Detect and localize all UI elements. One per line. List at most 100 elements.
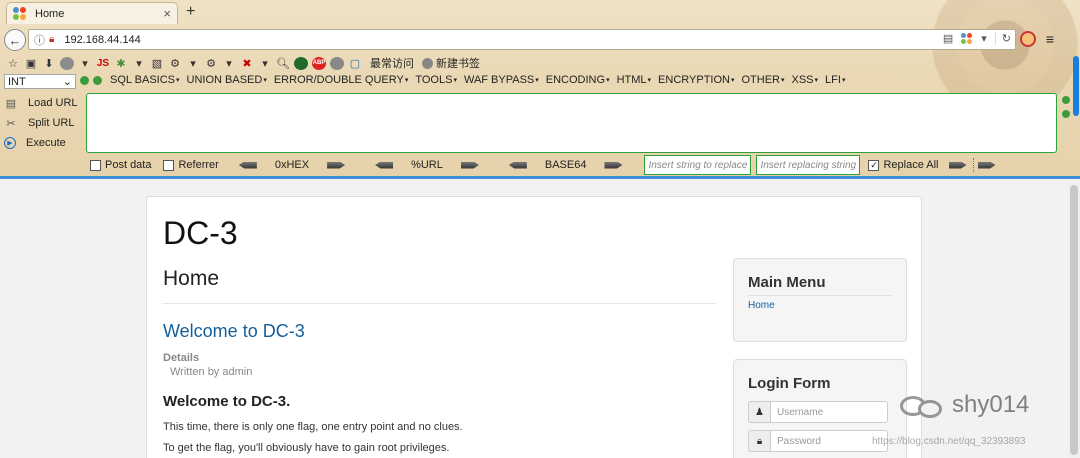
- hackbar-commands: ▤ Load URL ✂ Split URL ▶ Execute: [4, 93, 84, 153]
- plus-icon[interactable]: [93, 76, 102, 85]
- decode-arrow-icon[interactable]: [508, 161, 527, 169]
- split-url-button[interactable]: ✂ Split URL: [4, 113, 84, 133]
- shield-icon[interactable]: [294, 56, 308, 70]
- username-field: ♟ Username: [748, 401, 888, 423]
- article-paragraph: To get the flag, you'll obviously have t…: [163, 442, 450, 454]
- magnifier-icon[interactable]: 🔍︎: [276, 56, 290, 70]
- password-input[interactable]: Password: [770, 430, 888, 452]
- menu-icon[interactable]: ≡: [1042, 31, 1058, 47]
- article-title-link[interactable]: Welcome to DC-3: [163, 321, 305, 342]
- globe-icon[interactable]: [330, 56, 344, 70]
- dropdown-arrow-icon[interactable]: ▾: [186, 56, 200, 70]
- url-bar-actions: ▤ ▾ ↻: [943, 32, 1011, 45]
- menu-xss[interactable]: XSS: [792, 74, 819, 86]
- content-card: DC-3 Home Welcome to DC-3 Details Writte…: [146, 196, 922, 458]
- check-icon: ✓: [868, 159, 880, 171]
- module-title: Login Form: [748, 375, 831, 392]
- tab-title: Home: [35, 7, 65, 20]
- replace-with-input[interactable]: Insert replacing string: [756, 155, 861, 175]
- watermark-source: https://blog.csdn.net/qq_32393893: [872, 436, 1026, 447]
- type-select[interactable]: INT ⌄: [4, 74, 76, 89]
- menu-union-based[interactable]: UNION BASED: [187, 74, 267, 86]
- menu-encoding[interactable]: ENCODING: [546, 74, 610, 86]
- user-icon: ♟: [748, 401, 770, 423]
- replace-all-checkbox[interactable]: ✓ Replace All: [868, 159, 939, 171]
- css-addon-icon[interactable]: ✱: [114, 56, 128, 70]
- play-icon: ▶: [4, 137, 16, 149]
- dropdown-arrow-icon[interactable]: ▾: [78, 56, 92, 70]
- image-icon[interactable]: ▧: [150, 56, 164, 70]
- minus-icon[interactable]: [1062, 96, 1070, 104]
- toolbar-right-icons: ≡: [1020, 31, 1058, 47]
- dropdown-arrow-icon[interactable]: ▾: [132, 56, 146, 70]
- back-arrow-icon: ←: [8, 32, 22, 48]
- author-info: Written by admin: [170, 366, 253, 378]
- menu-lfi[interactable]: LFI: [825, 74, 845, 86]
- decode-arrow-icon[interactable]: [375, 161, 394, 169]
- load-url-button[interactable]: ▤ Load URL: [4, 93, 84, 113]
- plus-icon[interactable]: [1062, 110, 1070, 118]
- username-input[interactable]: Username: [770, 401, 888, 423]
- scrollbar-thumb[interactable]: [1070, 185, 1078, 455]
- menu-error-double-query[interactable]: ERROR/DOUBLE QUERY: [274, 74, 409, 86]
- menu-html[interactable]: HTML: [617, 74, 651, 86]
- minus-icon[interactable]: [80, 76, 89, 85]
- info-icon[interactable]: ⓘ: [34, 32, 45, 48]
- url-text[interactable]: 192.168.44.144: [64, 34, 140, 46]
- decode-arrow-icon[interactable]: [238, 161, 257, 169]
- site-title[interactable]: DC-3: [163, 215, 238, 252]
- details-label: Details: [163, 352, 200, 364]
- menu-encryption[interactable]: ENCRYPTION: [658, 74, 734, 86]
- download-icon[interactable]: ⬇: [42, 56, 56, 70]
- tab-home[interactable]: Home ×: [6, 2, 178, 24]
- page-action-icon[interactable]: ▤: [943, 32, 953, 45]
- encode-arrow-icon[interactable]: [604, 161, 623, 169]
- insecure-lock-icon[interactable]: 🔒︎: [49, 34, 54, 45]
- star-icon[interactable]: ☆: [6, 56, 20, 70]
- sidebar-scrollbar[interactable]: [1072, 30, 1080, 178]
- joomla-favicon-icon: [961, 32, 973, 45]
- menu-tools[interactable]: TOOLS: [415, 74, 457, 86]
- page-icon[interactable]: ▢: [348, 56, 362, 70]
- adblock-icon[interactable]: ABP: [312, 56, 326, 70]
- replace-arrow-icon[interactable]: [948, 161, 967, 169]
- menu-other[interactable]: OTHER: [741, 74, 784, 86]
- reload-icon[interactable]: ↻: [994, 32, 1011, 45]
- bookmark-new[interactable]: 新建书签: [422, 55, 480, 71]
- article-paragraph: This time, there is only one flag, one e…: [163, 421, 463, 433]
- validator-icon[interactable]: ✖: [240, 56, 254, 70]
- divider: [972, 158, 974, 172]
- hackbar-url-textarea[interactable]: [86, 93, 1057, 153]
- back-button[interactable]: ←: [4, 29, 26, 51]
- tab-close-icon[interactable]: ×: [163, 6, 171, 21]
- referrer-checkbox[interactable]: Referrer: [163, 159, 219, 171]
- bookmark-most-visited[interactable]: 最常访问: [370, 55, 414, 71]
- menu-sql-basics[interactable]: SQL BASICS: [110, 74, 180, 86]
- dropdown-arrow-icon[interactable]: ▾: [222, 56, 236, 70]
- dropdown-arrow-icon[interactable]: ▾: [981, 32, 987, 45]
- palette-icon[interactable]: ⚙: [168, 56, 182, 70]
- addon-globe-icon[interactable]: [60, 56, 74, 70]
- dropdown-arrow-icon[interactable]: ▾: [258, 56, 272, 70]
- url-encoder: %URL: [367, 159, 487, 171]
- new-tab-button[interactable]: +: [186, 3, 195, 21]
- menu-waf-bypass[interactable]: WAF BYPASS: [464, 74, 539, 86]
- post-data-checkbox[interactable]: Post data: [90, 159, 151, 171]
- watermark-name: shy014: [952, 391, 1030, 418]
- article-heading: Welcome to DC-3.: [163, 393, 291, 410]
- encode-arrow-icon[interactable]: [460, 161, 479, 169]
- url-bar[interactable]: ⓘ 🔒︎ 192.168.44.144 ▤ ▾ ↻: [28, 29, 1016, 50]
- encode-arrow-icon[interactable]: [327, 161, 346, 169]
- gear-icon[interactable]: ⚙: [204, 56, 218, 70]
- menu-link-home[interactable]: Home: [748, 300, 775, 311]
- replace-find-input[interactable]: Insert string to replace: [644, 155, 752, 175]
- page-scrollbar[interactable]: [1068, 179, 1080, 458]
- base64-encoder: BASE64: [501, 159, 631, 171]
- javascript-toggle-icon[interactable]: JS: [96, 56, 110, 70]
- execute-button[interactable]: ▶ Execute: [4, 133, 84, 153]
- hackbar-options-row: Post data Referrer 0xHEX %URL BASE64 Ins…: [90, 154, 1070, 176]
- watermark: shy014: [900, 390, 1029, 420]
- replace-all-arrow-icon[interactable]: [977, 161, 996, 169]
- no-script-icon[interactable]: [1020, 31, 1036, 47]
- clipboard-icon[interactable]: ▣: [24, 56, 38, 70]
